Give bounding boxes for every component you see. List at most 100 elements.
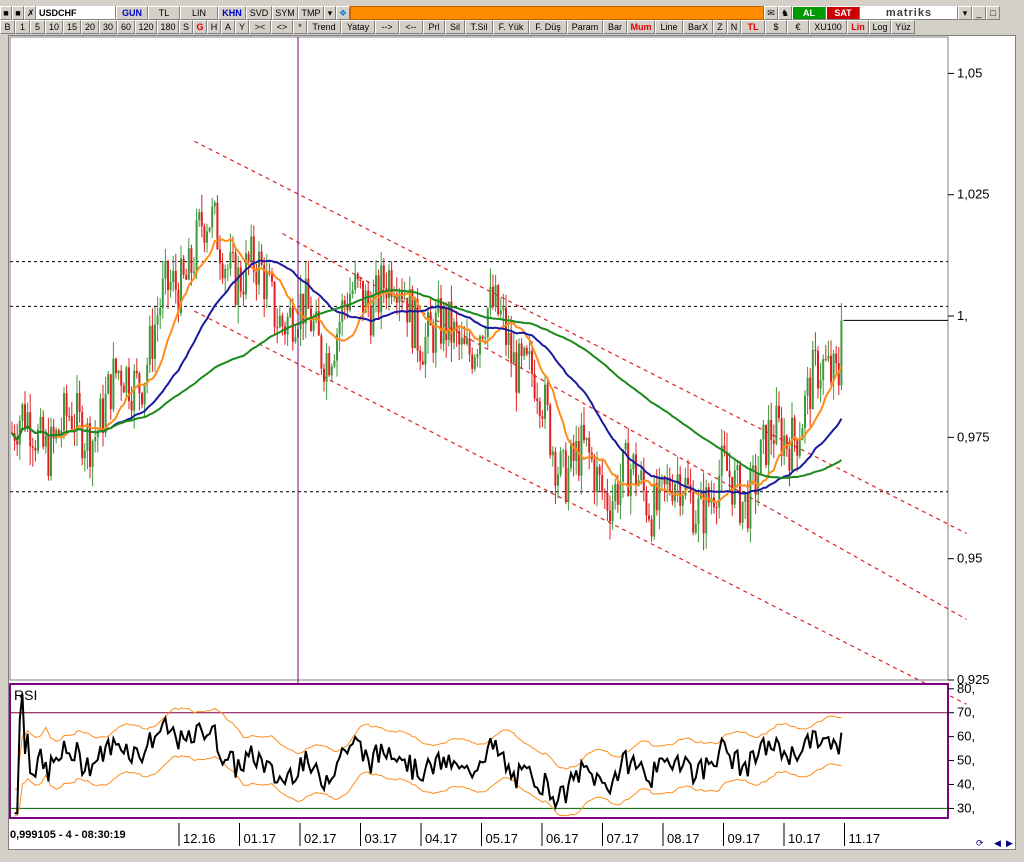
candle-body — [679, 474, 682, 506]
x-tick-label: 08.17 — [667, 831, 700, 846]
candle-body — [65, 393, 68, 416]
candle-body — [525, 347, 528, 355]
candle-body — [533, 373, 536, 399]
candle-body — [112, 358, 115, 410]
candle-body — [767, 419, 770, 465]
candle-body — [468, 338, 471, 355]
candle-body — [260, 251, 263, 265]
candle-body — [362, 280, 364, 313]
candle-body — [796, 440, 799, 456]
candle-body — [554, 451, 557, 486]
candle-body — [265, 271, 268, 300]
candle-body — [182, 258, 185, 275]
candle-body — [193, 271, 195, 273]
candle-body — [497, 285, 500, 315]
candle-body — [198, 212, 201, 221]
candle-body — [239, 267, 242, 292]
candle-body — [775, 405, 778, 444]
candle-body — [640, 470, 643, 481]
candle-body — [432, 325, 435, 353]
candle-body — [619, 481, 622, 505]
rsi-y-tick-label: 60, — [957, 729, 975, 744]
candle-body — [174, 270, 177, 290]
candle-body — [627, 442, 630, 497]
candle-body — [255, 271, 258, 285]
candle-body — [375, 275, 377, 295]
candle-body — [645, 490, 648, 516]
candle-body — [341, 300, 344, 322]
candle-body — [167, 261, 169, 291]
candle-body — [551, 451, 554, 456]
candle-body — [250, 236, 253, 262]
candle-body — [16, 440, 19, 445]
candle-body — [824, 359, 827, 361]
price-y-tick-label: 0,95 — [957, 551, 982, 566]
candle-body — [512, 352, 515, 364]
candle-body — [343, 300, 346, 305]
x-tick-label: 01.17 — [244, 831, 277, 846]
candle-body — [102, 398, 104, 433]
candle-body — [185, 274, 188, 280]
candle-body — [78, 393, 81, 412]
candle-body — [356, 273, 359, 280]
candle-body — [791, 417, 793, 471]
candle-body — [460, 337, 463, 345]
candle-body — [603, 491, 606, 493]
scroll-left-icon[interactable]: ◀ — [994, 838, 1001, 849]
price-y-tick-label: 0,975 — [957, 429, 990, 444]
candle-body — [211, 206, 214, 228]
candle-body — [453, 321, 455, 343]
candle-body — [538, 401, 541, 417]
candle-body — [86, 423, 89, 451]
candle-body — [518, 343, 520, 393]
x-tick-label: 07.17 — [607, 831, 640, 846]
candle-body — [354, 273, 357, 291]
candle-body — [658, 477, 661, 511]
candle-body — [822, 359, 825, 380]
candle-body — [419, 350, 422, 362]
candle-body — [63, 393, 65, 431]
candle-body — [125, 367, 128, 393]
candle-body — [635, 454, 637, 486]
candle-body — [546, 384, 549, 406]
candle-body — [601, 475, 604, 492]
candle-body — [840, 320, 843, 386]
candle-body — [785, 435, 788, 449]
candle-body — [510, 333, 513, 364]
refresh-icon[interactable]: ⟳ — [976, 838, 984, 849]
candle-body — [624, 442, 627, 450]
rsi-y-tick-label: 40, — [957, 777, 975, 792]
candle-body — [585, 437, 588, 440]
candle-body — [759, 439, 762, 475]
candle-body — [583, 425, 585, 440]
candle-body — [544, 384, 546, 419]
candle-body — [424, 336, 427, 365]
candle-body — [494, 285, 497, 307]
scroll-right-icon[interactable]: ▶ — [1006, 838, 1013, 849]
candle-body — [421, 361, 424, 365]
candle-body — [609, 510, 611, 522]
candle-body — [273, 281, 276, 328]
candle-body — [76, 393, 78, 430]
candle-body — [120, 370, 123, 386]
candle-body — [302, 293, 305, 324]
candle-body — [159, 307, 162, 316]
candle-body — [622, 449, 624, 482]
candle-body — [541, 416, 544, 419]
price-chart[interactable]: RSI 1,051,0251,0,9750,950,92580,70,60,50… — [0, 0, 1024, 862]
candle-body — [200, 212, 203, 227]
candle-body — [333, 360, 336, 367]
candle-body — [380, 265, 383, 313]
candle-body — [687, 477, 689, 485]
x-tick-label: 11.17 — [849, 831, 881, 846]
candle-body — [320, 335, 323, 369]
candle-body — [31, 446, 34, 449]
candle-body — [458, 330, 461, 345]
candle-body — [772, 440, 775, 444]
candle-body — [229, 251, 232, 269]
candle-body — [502, 307, 505, 311]
candle-body — [476, 354, 479, 358]
candle-body — [564, 450, 567, 503]
candle-body — [141, 393, 143, 405]
candle-body — [156, 315, 159, 325]
